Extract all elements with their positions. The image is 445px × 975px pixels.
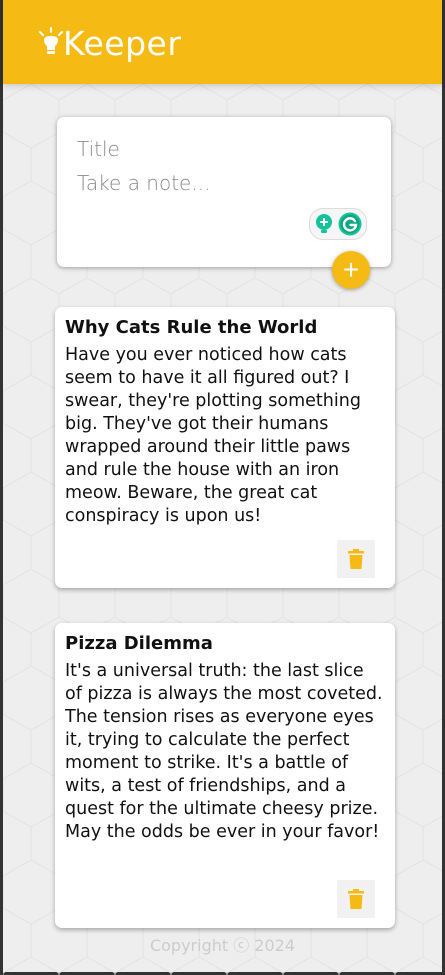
page-footer: Copyright ⓒ 2024: [3, 932, 442, 956]
create-note-form: Title Take a note...: [57, 117, 391, 267]
delete-note-button[interactable]: [337, 540, 375, 578]
note-card: Pizza Dilemma It's a universal truth: th…: [55, 623, 395, 928]
title-input[interactable]: Title: [77, 137, 120, 161]
copyright-text: Copyright ⓒ 2024: [149, 936, 296, 955]
note-content-input[interactable]: Take a note...: [77, 171, 210, 195]
note-title: Pizza Dilemma: [65, 633, 213, 654]
delete-note-button[interactable]: [337, 880, 375, 918]
app-header: Keeper: [3, 0, 442, 84]
add-note-button[interactable]: +: [332, 251, 370, 289]
lightbulb-plus-icon[interactable]: [314, 213, 334, 235]
app-logo[interactable]: Keeper: [39, 24, 181, 64]
grammarly-icon[interactable]: [338, 212, 362, 236]
note-card: Why Cats Rule the World Have you ever no…: [55, 307, 395, 588]
trash-icon: [348, 889, 364, 909]
lightbulb-icon: [39, 27, 63, 54]
app-title: Keeper: [63, 24, 182, 63]
note-content: It's a universal truth: the last slice o…: [65, 661, 383, 842]
note-title: Why Cats Rule the World: [65, 317, 318, 338]
note-content: Have you ever noticed how cats seem to h…: [65, 345, 361, 526]
grammar-assistant-widget[interactable]: [309, 208, 367, 240]
plus-icon: +: [342, 254, 360, 285]
trash-icon: [348, 549, 364, 569]
